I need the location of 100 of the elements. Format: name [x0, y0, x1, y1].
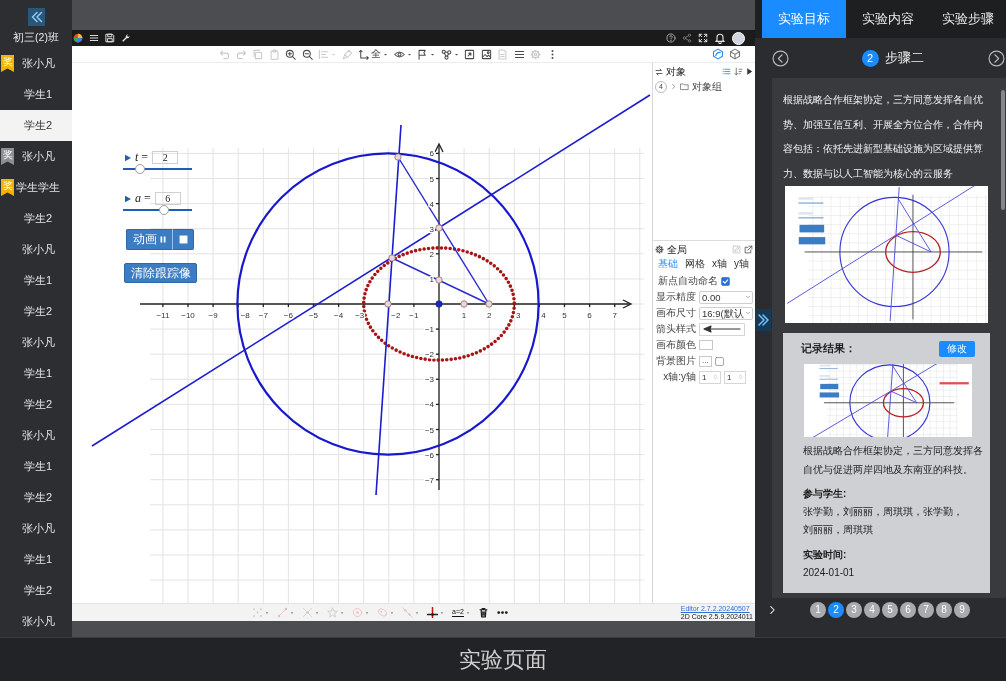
- student-item[interactable]: 张小凡: [0, 513, 72, 544]
- color-wheel-icon[interactable]: [73, 33, 83, 43]
- help-icon[interactable]: [666, 33, 676, 43]
- slider-thumb[interactable]: [159, 205, 170, 215]
- play-icon[interactable]: [124, 194, 132, 203]
- image-icon[interactable]: [480, 48, 492, 60]
- axis-tick-label: −4: [424, 400, 434, 410]
- slider-thumb[interactable]: [135, 164, 146, 174]
- caret-icon[interactable]: [430, 51, 435, 57]
- student-item[interactable]: 学生1: [0, 544, 72, 575]
- caret-icon[interactable]: [453, 51, 459, 57]
- student-item[interactable]: 学生2: [0, 575, 72, 606]
- double-chevron-icon[interactable]: [27, 8, 45, 26]
- value-field[interactable]: 6: [154, 192, 181, 205]
- settings-tab[interactable]: x轴: [712, 258, 727, 270]
- axis-tick-label: 1: [429, 274, 434, 284]
- student-item[interactable]: 奖 学生学生: [0, 172, 72, 203]
- student-item[interactable]: 奖 张小凡: [0, 48, 72, 79]
- cube-icon[interactable]: [729, 48, 741, 60]
- student-item[interactable]: 学生1: [0, 451, 72, 482]
- share-icon[interactable]: [682, 33, 692, 43]
- tool-label[interactable]: 全: [371, 48, 381, 60]
- setting-label: x轴:y轴: [662, 371, 696, 383]
- dropdown[interactable]: 0.00: [699, 290, 753, 304]
- axis-tick-label: −6: [424, 450, 434, 460]
- student-item[interactable]: 张小凡: [0, 606, 72, 637]
- lesson-tab[interactable]: 实验步骤: [930, 0, 1006, 38]
- value-field[interactable]: 2: [152, 151, 179, 164]
- caret-icon[interactable]: [383, 51, 388, 57]
- checkbox[interactable]: [721, 276, 730, 286]
- student-item[interactable]: 学生2: [0, 110, 72, 141]
- settings-tab[interactable]: y轴: [734, 258, 749, 270]
- flag-icon[interactable]: [417, 48, 428, 60]
- number-field[interactable]: 1: [699, 370, 721, 384]
- expand-icon[interactable]: [464, 48, 475, 60]
- student-item[interactable]: 张小凡: [0, 234, 72, 265]
- time-label: 实验时间:: [803, 548, 848, 563]
- axis-tick-label: −10: [181, 311, 195, 320]
- dropdown[interactable]: 16:9(默认: [699, 306, 753, 320]
- student-item[interactable]: 学生1: [0, 79, 72, 110]
- chevron-right-icon[interactable]: [988, 49, 1005, 67]
- play-icon[interactable]: [124, 153, 132, 162]
- avatar-placeholder[interactable]: [732, 31, 745, 45]
- student-item[interactable]: 张小凡: [0, 420, 72, 451]
- external-link-icon[interactable]: [744, 245, 753, 254]
- student-item[interactable]: 学生2: [0, 203, 72, 234]
- stop-button[interactable]: [173, 229, 194, 250]
- settings-icon: [655, 245, 664, 254]
- settings-tab[interactable]: 基础: [658, 258, 678, 270]
- wrench-icon[interactable]: [121, 33, 131, 43]
- save-icon[interactable]: [105, 33, 115, 43]
- student-item[interactable]: 学生2: [0, 482, 72, 513]
- student-item[interactable]: 学生1: [0, 358, 72, 389]
- number-field[interactable]: 1: [724, 370, 746, 384]
- student-item[interactable]: 奖 张小凡: [0, 141, 72, 172]
- setting-label: 画布颜色: [655, 339, 696, 351]
- group-label[interactable]: 对象组: [692, 80, 722, 93]
- setting-label: 箭头样式: [655, 323, 696, 335]
- trash-icon[interactable]: [477, 607, 489, 618]
- axis-tick-label: −5: [308, 311, 319, 320]
- student-item[interactable]: 学生1: [0, 265, 72, 296]
- caret-icon[interactable]: [406, 51, 412, 57]
- list-icon[interactable]: [513, 48, 525, 60]
- play-icon[interactable]: [746, 68, 753, 75]
- award-badge: 奖: [1, 55, 14, 72]
- fullscreen-icon[interactable]: [698, 33, 708, 43]
- point-marker: [435, 224, 443, 232]
- nodes-icon[interactable]: [440, 48, 452, 60]
- chevron-left-icon[interactable]: [772, 49, 789, 67]
- panel-title: 全局: [667, 243, 687, 256]
- menu-icon[interactable]: [89, 33, 99, 43]
- checkbox[interactable]: [714, 356, 724, 366]
- sort-icon[interactable]: [734, 67, 743, 76]
- point-marker: [485, 300, 493, 308]
- color-swatch-icon[interactable]: [699, 340, 713, 350]
- settings-tab[interactable]: 网格: [685, 258, 705, 270]
- point-marker: [384, 300, 392, 308]
- arrow-style-picker[interactable]: [699, 322, 745, 336]
- axis-tick-label: 7: [612, 311, 617, 320]
- award-badge: 奖: [1, 148, 14, 165]
- axes-icon[interactable]: [358, 48, 369, 60]
- eye-icon[interactable]: [393, 48, 405, 60]
- browse-button[interactable]: ...: [699, 355, 712, 367]
- zoom-in-icon[interactable]: [285, 48, 296, 60]
- axis-tick-label: −1: [424, 325, 434, 335]
- chevron-right-icon[interactable]: [768, 603, 777, 617]
- student-item[interactable]: 学生2: [0, 389, 72, 420]
- lesson-tab[interactable]: 实验内容: [846, 0, 930, 38]
- student-item[interactable]: 学生2: [0, 296, 72, 327]
- bell-icon[interactable]: [714, 32, 726, 44]
- student-item[interactable]: 张小凡: [0, 327, 72, 358]
- axis-tick-label: 5: [429, 174, 434, 184]
- axis-tick-label: 3: [516, 311, 521, 320]
- zoom-out-icon[interactable]: [301, 48, 313, 60]
- double-chevron-icon[interactable]: [755, 309, 771, 331]
- clear-trace-button[interactable]: 清除跟踪像: [124, 263, 197, 283]
- scrollbar[interactable]: [1001, 90, 1005, 210]
- perpendicular-icon[interactable]: [427, 607, 438, 618]
- caret-icon: [745, 294, 751, 300]
- animate-button[interactable]: 动画: [126, 229, 173, 250]
